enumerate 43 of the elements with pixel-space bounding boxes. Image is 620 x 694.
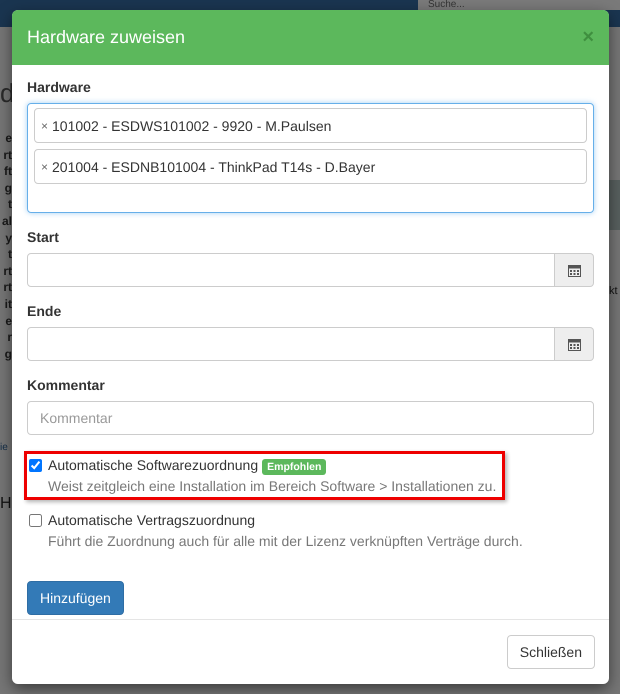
field-label: Start	[27, 229, 60, 245]
row-text: al	[2, 212, 12, 230]
close-dialog-button[interactable]: Schließen	[506, 635, 595, 669]
checkbox[interactable]	[29, 459, 42, 472]
checkbox[interactable]	[29, 514, 42, 527]
option-label: Automatische Vertragszuordnung	[48, 512, 256, 528]
row-text: r	[7, 329, 12, 346]
row-text: rt	[3, 146, 12, 164]
link[interactable]: ie	[0, 442, 8, 453]
row-text: g	[4, 180, 12, 196]
row-text: e	[5, 130, 12, 147]
date-field[interactable]	[27, 327, 555, 361]
row-text: it	[4, 296, 12, 313]
option-description: Weist zeitgleich eine Installation im Bereich Software > Installationen zu.	[48, 478, 496, 494]
calendar-icon	[568, 338, 580, 350]
option-description: Führt die Zuordnung auch für alle mit der Lizenz verknüpften Verträge durch.	[48, 533, 523, 549]
row-text: t	[8, 246, 12, 263]
field-label: Kommentar	[27, 377, 106, 393]
date-field[interactable]	[27, 253, 555, 287]
calendar-icon	[568, 264, 580, 276]
calendar-button[interactable]	[555, 327, 594, 361]
recommended-badge: Empfohlen	[262, 459, 326, 475]
hardware-select[interactable]: × 101002 - ESDWS101002 - 9920 - M.Paulsen × 201004 - ESDNB101004 - ThinkPad T14s - D.Bayer	[27, 103, 594, 213]
section-heading: H	[0, 495, 12, 513]
tag-text: 201004 - ESDNB101004 - ThinkPad T14s - D.Bayer	[52, 158, 376, 174]
calendar-button[interactable]	[555, 253, 594, 287]
field-label: Ende	[27, 303, 62, 319]
row-text: ft	[4, 163, 12, 180]
row-text: t	[8, 196, 12, 213]
tab-text: kt	[609, 285, 618, 297]
row-text: e	[5, 312, 12, 330]
row-text: g	[4, 346, 12, 362]
dialog-title: Hardware zuweisen	[27, 27, 186, 48]
row-text: y	[5, 230, 12, 246]
option-label: Automatische Softwarezuordnung	[48, 457, 258, 473]
comment-field[interactable]: Kommentar	[27, 401, 594, 435]
add-button[interactable]: Hinzufügen	[27, 581, 124, 615]
tag-text: 101002 - ESDWS101002 - 9920 - M.Paulsen	[52, 118, 332, 134]
remove-tag-button[interactable]: ×	[41, 160, 48, 174]
row-text: rt	[3, 262, 12, 280]
field-label: Hardware	[27, 79, 92, 95]
row-text: rt	[3, 279, 12, 296]
remove-tag-button[interactable]: ×	[41, 118, 48, 132]
